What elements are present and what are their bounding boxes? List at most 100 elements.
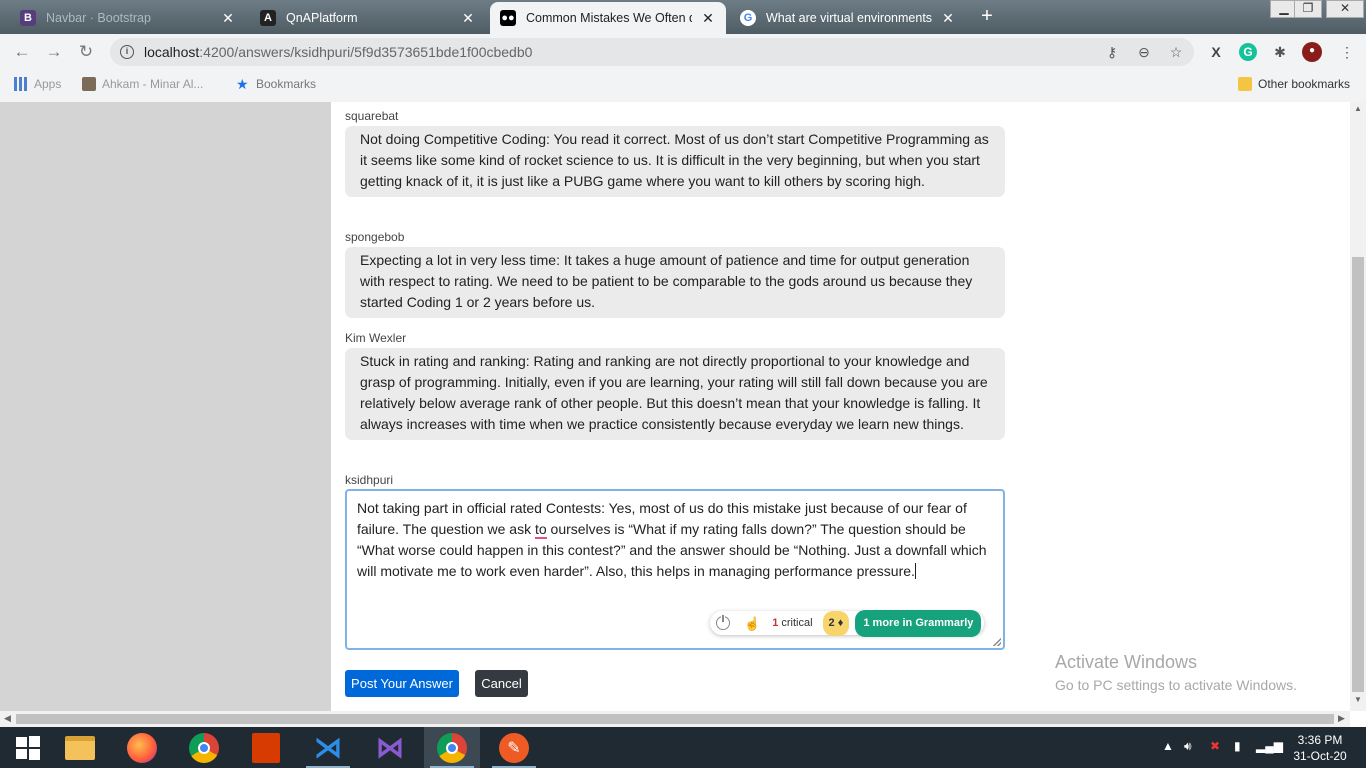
forward-button[interactable]: → [44,42,64,62]
grammarly-widget[interactable]: ☝ 1 critical 2 ♦ 1 more in Grammarly [710,609,985,637]
resize-handle[interactable] [993,638,1001,646]
new-tab-button[interactable]: + [976,6,998,28]
bookmarks-bar: Apps Ahkam - Minar Al... ★ Bookmarks Oth… [0,70,1366,102]
signal-icon[interactable]: ▂▄▆ [1256,739,1283,753]
tab-label: What are virtual environments? - [766,11,932,25]
cancel-button[interactable]: Cancel [475,670,528,697]
close-icon[interactable]: ✕ [700,10,716,27]
visual-studio-icon: ⋈ [376,732,404,763]
folder-icon [1238,77,1252,91]
horizontal-scrollbar[interactable]: ◀ ▶ [0,711,1350,727]
site-favicon-icon [82,77,96,91]
close-icon[interactable]: ✕ [940,10,956,27]
scroll-left-icon[interactable]: ◀ [4,713,11,724]
volume-icon[interactable]: 🔊︎ [1184,739,1192,754]
pointing-hand-icon: ☝ [744,615,761,631]
star-bookmark-icon: ★ [236,76,249,92]
tab-label: QnAPlatform [286,11,358,25]
profile-avatar[interactable]: ● [1302,42,1322,62]
grammar-flagged-word[interactable]: to [534,521,547,539]
close-icon[interactable]: ✕ [220,10,236,27]
page-content: squarebat Not doing Competitive Coding: … [0,102,1350,711]
office-icon [252,732,280,763]
answer-author: Kim Wexler [345,331,407,345]
tab-label: Navbar · Bootstrap [46,11,151,25]
battery-icon[interactable]: ▮ [1234,739,1241,753]
scroll-right-icon[interactable]: ▶ [1338,713,1345,724]
post-answer-button[interactable]: Post Your Answer [345,670,459,697]
advanced-issues-badge[interactable]: 2 ♦ [822,610,850,636]
scroll-up-icon[interactable]: ▲ [1350,104,1366,118]
menu-icon[interactable]: ⋮ [1338,43,1356,61]
diamond-icon: ♦ [837,616,844,629]
tab-common-mistakes[interactable]: ●● Common Mistakes We Often do ✕ [490,2,726,34]
url-path: :4200/answers/ksidhpuri/5f9d3573651bde1f… [199,44,533,60]
bookmark-label: Other bookmarks [1258,77,1351,91]
zoom-icon[interactable]: ⊖ [1135,43,1153,61]
taskbar-file-explorer[interactable] [52,727,108,768]
tab-label: Common Mistakes We Often do [526,11,692,25]
answer-text: Not doing Competitive Coding: You read i… [345,126,1005,197]
vscode-icon: ⋊ [314,732,342,763]
tab-qnaplatform[interactable]: A QnAPlatform ✕ [250,2,486,34]
extensions-puzzle-icon[interactable]: ✱ [1271,43,1289,61]
chrome-icon [189,732,219,763]
bootstrap-icon: B [20,10,36,26]
bookmark-item-1[interactable]: Ahkam - Minar Al... [82,77,203,91]
start-button[interactable] [0,727,56,768]
taskbar-chrome-active[interactable] [424,727,480,768]
scrollbar-thumb[interactable] [16,714,1334,724]
medium-icon: ●● [500,10,516,26]
back-button[interactable]: ← [12,42,32,62]
taskbar-visual-studio[interactable]: ⋈ [362,727,418,768]
tab-virtual-environments[interactable]: G What are virtual environments? - ✕ [730,2,966,34]
info-icon[interactable]: i [120,45,134,59]
url-host: localhost [144,44,200,60]
postman-icon: ✎ [499,732,529,763]
answer-item: squarebat Not doing Competitive Coding: … [345,109,1005,197]
google-icon: G [740,10,756,26]
bookmark-label: Ahkam - Minar Al... [102,77,204,91]
scroll-down-icon[interactable]: ▼ [1350,695,1366,709]
reply-author: ksidhpuri [345,473,394,487]
critical-issues[interactable]: 1 critical [772,613,812,634]
close-icon[interactable]: ✕ [460,10,476,27]
taskbar-vscode[interactable]: ⋊ [300,727,356,768]
bookmark-item-2[interactable]: ★ Bookmarks [236,77,316,91]
taskbar-postman[interactable]: ✎ [486,727,542,768]
scrollbar-thumb[interactable] [1352,257,1364,692]
tab-bootstrap[interactable]: B Navbar · Bootstrap ✕ [10,2,246,34]
power-icon[interactable] [716,614,730,630]
more-in-grammarly-button[interactable]: 1 more in Grammarly [855,609,982,637]
left-panel [0,102,331,711]
folder-icon [65,735,95,760]
taskbar-chrome[interactable] [176,727,232,768]
activate-windows-watermark: Activate Windows Go to PC settings to ac… [1055,652,1297,693]
extension-x-icon[interactable]: X [1207,43,1225,61]
watermark-title: Activate Windows [1055,652,1198,672]
star-icon[interactable]: ☆ [1167,43,1185,61]
vertical-scrollbar[interactable]: ▲ ▼ [1350,102,1366,711]
network-alert-icon[interactable]: ✖ [1210,739,1220,753]
advanced-count: 2 [828,616,835,629]
close-window-button[interactable]: ✕ [1326,0,1364,18]
bookmark-label: Bookmarks [256,77,317,91]
reload-button[interactable]: ↻ [76,42,96,62]
show-hidden-icons[interactable]: ▲ [1162,739,1174,753]
bookmark-apps[interactable]: Apps [14,77,61,91]
key-icon[interactable]: ⚷ [1103,43,1121,61]
taskbar-firefox[interactable] [114,727,170,768]
grammarly-icon[interactable]: G [1239,43,1257,61]
answer-author: squarebat [345,109,399,123]
restore-button[interactable]: ❐ [1294,0,1322,18]
clock-date: 31-Oct-20 [1293,749,1347,763]
system-clock[interactable]: 3:36 PM 31-Oct-20 [1290,732,1350,764]
bookmark-other[interactable]: Other bookmarks [1238,77,1350,91]
critical-label: critical [778,616,813,629]
address-bar[interactable]: i localhost:4200/answers/ksidhpuri/5f9d3… [110,38,1194,66]
answer-textarea[interactable]: Not taking part in official rated Contes… [345,489,1005,650]
watermark-subtitle: Go to PC settings to activate Windows. [1055,677,1297,693]
windows-logo-icon [16,735,40,760]
taskbar-office[interactable] [238,727,294,768]
firefox-icon [127,732,157,763]
